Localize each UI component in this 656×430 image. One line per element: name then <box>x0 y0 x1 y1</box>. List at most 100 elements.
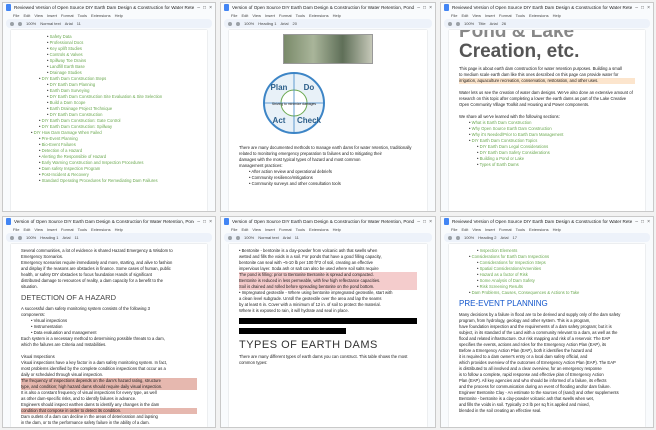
menu-tools[interactable]: Tools <box>516 13 525 18</box>
font-select[interactable]: Arial <box>490 21 498 26</box>
font-size-field[interactable]: 11 <box>77 21 81 26</box>
undo-icon[interactable] <box>228 21 232 26</box>
undo-icon[interactable] <box>448 21 452 26</box>
menu-tools[interactable]: Tools <box>296 227 305 232</box>
menu-format[interactable]: Format <box>279 227 292 232</box>
font-size-field[interactable]: 11 <box>75 235 79 240</box>
style-select[interactable]: Heading 1 <box>40 235 58 240</box>
maximize-icon[interactable]: □ <box>641 5 644 11</box>
doc-page[interactable]: Several communities, a lot of evidence i… <box>11 244 207 427</box>
close-icon[interactable]: × <box>209 5 212 11</box>
toc-link[interactable]: Dam Problems, Causes, Consequences & Act… <box>459 290 635 296</box>
redo-icon[interactable] <box>236 235 240 240</box>
menu-tools[interactable]: Tools <box>516 227 525 232</box>
minimize-icon[interactable]: – <box>635 5 638 11</box>
menu-file[interactable]: File <box>13 13 19 18</box>
zoom-select[interactable]: 100% <box>464 21 474 26</box>
menu-help[interactable]: Help <box>553 227 561 232</box>
redo-icon[interactable] <box>456 235 460 240</box>
close-icon[interactable]: × <box>647 5 650 11</box>
doc-title[interactable]: Version of Open Source DIY Earth Dam Des… <box>232 5 414 10</box>
font-size-field[interactable]: 26 <box>502 21 506 26</box>
maximize-icon[interactable]: □ <box>423 219 426 225</box>
redo-icon[interactable] <box>18 235 22 240</box>
menu-extensions[interactable]: Extensions <box>529 13 549 18</box>
style-select[interactable]: Title <box>478 21 485 26</box>
font-select[interactable]: Arial <box>65 21 73 26</box>
undo-icon[interactable] <box>448 235 452 240</box>
menu-extensions[interactable]: Extensions <box>529 227 549 232</box>
font-select[interactable]: Arial <box>62 235 70 240</box>
close-icon[interactable]: × <box>209 219 212 225</box>
menu-insert[interactable]: Insert <box>485 13 495 18</box>
maximize-icon[interactable]: □ <box>641 219 644 225</box>
minimize-icon[interactable]: – <box>197 219 200 225</box>
close-icon[interactable]: × <box>429 5 432 11</box>
redo-icon[interactable] <box>456 21 460 26</box>
menu-help[interactable]: Help <box>115 227 123 232</box>
menu-view[interactable]: View <box>252 13 261 18</box>
undo-icon[interactable] <box>10 21 14 26</box>
menu-insert[interactable]: Insert <box>265 13 275 18</box>
menu-insert[interactable]: Insert <box>265 227 275 232</box>
menu-edit[interactable]: Edit <box>461 13 468 18</box>
doc-title[interactable]: Reviewed Version of Open Source DIY Eart… <box>14 5 194 10</box>
minimize-icon[interactable]: – <box>635 219 638 225</box>
doc-page[interactable]: Plan Do Act Check Striving to minimize d… <box>229 30 427 211</box>
undo-icon[interactable] <box>228 235 232 240</box>
menu-edit[interactable]: Edit <box>461 227 468 232</box>
zoom-select[interactable]: 100% <box>26 21 36 26</box>
menu-file[interactable]: File <box>231 227 237 232</box>
menu-edit[interactable]: Edit <box>23 227 30 232</box>
redo-icon[interactable] <box>236 21 240 26</box>
zoom-select[interactable]: 100% <box>244 235 254 240</box>
zoom-select[interactable]: 100% <box>464 235 474 240</box>
menu-view[interactable]: View <box>252 227 261 232</box>
font-select[interactable]: Arial <box>500 235 508 240</box>
menu-format[interactable]: Format <box>499 13 512 18</box>
menu-insert[interactable]: Insert <box>47 13 57 18</box>
doc-title[interactable]: Version of Open Source DIY Earth Dam Des… <box>232 219 414 224</box>
maximize-icon[interactable]: □ <box>203 219 206 225</box>
menu-help[interactable]: Help <box>333 13 341 18</box>
font-size-field[interactable]: 20 <box>293 21 297 26</box>
zoom-select[interactable]: 100% <box>26 235 36 240</box>
menu-tools[interactable]: Tools <box>296 13 305 18</box>
menu-extensions[interactable]: Extensions <box>309 227 329 232</box>
undo-icon[interactable] <box>10 235 14 240</box>
maximize-icon[interactable]: □ <box>423 5 426 11</box>
font-size-field[interactable]: 17 <box>513 235 517 240</box>
menu-extensions[interactable]: Extensions <box>309 13 329 18</box>
zoom-select[interactable]: 100% <box>244 21 254 26</box>
style-select[interactable]: Normal text <box>40 21 60 26</box>
menu-view[interactable]: View <box>472 227 481 232</box>
font-select[interactable]: Arial <box>280 21 288 26</box>
style-select[interactable]: Heading 2 <box>478 235 496 240</box>
minimize-icon[interactable]: – <box>197 5 200 11</box>
menu-format[interactable]: Format <box>499 227 512 232</box>
font-size-field[interactable]: 11 <box>295 235 299 240</box>
doc-title[interactable]: Reviewed Version of Open Source DIY Eart… <box>452 5 632 10</box>
menu-insert[interactable]: Insert <box>47 227 57 232</box>
doc-title[interactable]: Version of Open Source DIY Earth Dam Des… <box>14 219 194 224</box>
menu-tools[interactable]: Tools <box>78 227 87 232</box>
menu-edit[interactable]: Edit <box>241 13 248 18</box>
menu-view[interactable]: View <box>34 227 43 232</box>
menu-view[interactable]: View <box>34 13 43 18</box>
close-icon[interactable]: × <box>429 219 432 225</box>
menu-extensions[interactable]: Extensions <box>91 227 111 232</box>
menu-insert[interactable]: Insert <box>485 227 495 232</box>
menu-view[interactable]: View <box>472 13 481 18</box>
menu-file[interactable]: File <box>231 13 237 18</box>
minimize-icon[interactable]: – <box>417 219 420 225</box>
font-select[interactable]: Arial <box>283 235 291 240</box>
menu-help[interactable]: Help <box>333 227 341 232</box>
menu-format[interactable]: Format <box>279 13 292 18</box>
redo-icon[interactable] <box>18 21 22 26</box>
menu-edit[interactable]: Edit <box>241 227 248 232</box>
menu-file[interactable]: File <box>451 227 457 232</box>
menu-file[interactable]: File <box>13 227 19 232</box>
toc-link[interactable]: Standard Operating Procedures for Remedi… <box>21 178 197 184</box>
menu-edit[interactable]: Edit <box>23 13 30 18</box>
menu-extensions[interactable]: Extensions <box>91 13 111 18</box>
